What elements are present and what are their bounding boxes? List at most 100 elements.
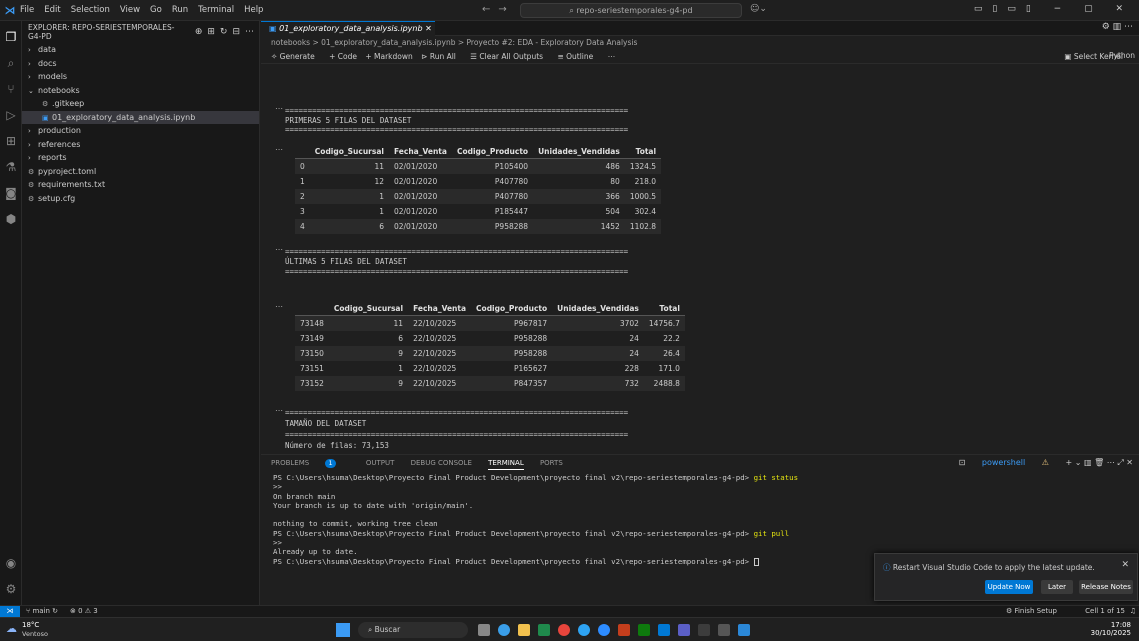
notebook-editor: ▣ 01_exploratory_data_analysis.ipynb ✕ ⚙…	[261, 21, 1139, 454]
command-center-search[interactable]: ⌕ repo-seriestemporales-g4-pd	[520, 3, 742, 18]
generate-button[interactable]: ✧ Generate	[271, 52, 321, 61]
tab-terminal[interactable]: TERMINAL	[488, 459, 524, 470]
outline-button[interactable]: ≡ Outline	[557, 52, 599, 61]
table-row: 1 12 02/01/2020 P407780 80 218.0	[295, 174, 661, 189]
windows-start-icon[interactable]	[336, 623, 350, 637]
table-cell: P847357	[471, 375, 553, 391]
cell-output-menu[interactable]: ⋯	[275, 302, 283, 311]
panel-toolbar[interactable]: ⊡ powershell ⚠ + ⌄ ▥ 🗑 ⋯ ⤢ ✕	[959, 455, 1133, 471]
explorer-header: EXPLORER: REPO-SERIESTEMPORALES-G4-PD ⊕⊞…	[22, 21, 259, 43]
testing-icon[interactable]: ⚗	[3, 159, 19, 175]
settings-gear-icon[interactable]: ⚙	[3, 581, 19, 597]
nav-arrows[interactable]: ←→	[482, 4, 515, 15]
taskbar-clock[interactable]: 17:08 30/10/2025	[1091, 621, 1131, 637]
tree-item[interactable]: › reports	[22, 151, 259, 165]
clear-outputs-button[interactable]: ☰ Clear All Outputs	[470, 52, 549, 61]
app-icon[interactable]	[678, 624, 690, 636]
tree-item[interactable]: ⚙ .gitkeep	[22, 97, 259, 111]
cell-output-menu[interactable]: ⋯	[275, 145, 283, 154]
python-icon[interactable]: ⬢	[3, 211, 19, 227]
tree-item[interactable]: ⚙ requirements.txt	[22, 178, 259, 192]
excel-icon[interactable]	[538, 624, 550, 636]
tree-item[interactable]: ⚙ pyproject.toml	[22, 165, 259, 179]
add-markdown-button[interactable]: + Markdown	[365, 52, 412, 61]
tree-item[interactable]: ⚙ setup.cfg	[22, 192, 259, 206]
menu-run[interactable]: Run	[172, 5, 188, 15]
notifications-bell-icon[interactable]: ♫	[1130, 606, 1136, 617]
explorer-actions[interactable]: ⊕⊞↻⊟⋯	[195, 27, 259, 37]
account-icon[interactable]: ◉	[3, 555, 19, 571]
file-explorer-icon[interactable]	[518, 624, 530, 636]
close-notification-icon[interactable]: ✕	[1121, 560, 1129, 570]
weather-icon[interactable]: ☁	[6, 622, 17, 635]
vscode-taskbar-icon[interactable]	[658, 624, 670, 636]
copilot-icon[interactable]: ☺⌄	[750, 4, 767, 14]
release-notes-button[interactable]: Release Notes	[1079, 580, 1133, 594]
rule-line: ========================================…	[285, 267, 629, 276]
terminal-output[interactable]: PS C:\Users\hsuma\Desktop\Proyecto Final…	[261, 471, 1139, 566]
close-tab-icon[interactable]: ✕	[425, 24, 432, 33]
app-icon[interactable]	[638, 624, 650, 636]
tree-item[interactable]: ⌄ notebooks	[22, 84, 259, 98]
task-view-icon[interactable]	[478, 624, 490, 636]
menu-selection[interactable]: Selection	[71, 5, 110, 15]
editor-actions[interactable]: ⚙ ▥ ⋯	[1102, 22, 1133, 32]
tree-item[interactable]: › production	[22, 124, 259, 138]
add-code-button[interactable]: + Code	[329, 52, 357, 61]
problems-indicator[interactable]: ⊗ 0 ⚠ 3	[70, 606, 98, 617]
tree-item[interactable]: › models	[22, 70, 259, 84]
app-icon[interactable]	[698, 624, 710, 636]
run-all-button[interactable]: ⊳ Run All	[421, 52, 462, 61]
cell-output-menu[interactable]: ⋯	[275, 104, 283, 113]
menu-view[interactable]: View	[120, 5, 140, 15]
table-cell: P105400	[451, 158, 534, 174]
table-cell: 3702	[552, 315, 644, 331]
remote-explorer-icon[interactable]: ◙	[3, 185, 19, 201]
taskbar-search[interactable]: ⌕ Buscar	[358, 622, 468, 638]
chrome-icon[interactable]	[558, 624, 570, 636]
menu-terminal[interactable]: Terminal	[198, 5, 234, 15]
table-row: 73151 1 22/10/2025 P165627 228 171.0	[295, 361, 685, 376]
tab-ports[interactable]: PORTS	[540, 459, 563, 467]
extensions-icon[interactable]: ⊞	[3, 133, 19, 149]
search-icon[interactable]: ⌕	[3, 55, 19, 71]
branch-indicator[interactable]: ⑂ main ↻	[26, 606, 58, 617]
update-now-button[interactable]: Update Now	[985, 580, 1033, 594]
tree-item[interactable]: › references	[22, 138, 259, 152]
menu-file[interactable]: File	[20, 5, 34, 15]
cell-output-menu[interactable]: ⋯	[275, 406, 283, 415]
teams-icon[interactable]	[578, 624, 590, 636]
cell-output-menu[interactable]: ⋯	[275, 245, 283, 254]
kernel-language[interactable]: Python	[1109, 51, 1135, 60]
explorer-icon[interactable]: ❐	[3, 29, 19, 45]
menu-go[interactable]: Go	[150, 5, 162, 15]
table-cell: 3	[300, 206, 305, 216]
tree-item[interactable]: ▣ 01_exploratory_data_analysis.ipynb	[22, 110, 259, 124]
app-icon[interactable]	[738, 624, 750, 636]
tree-item[interactable]: › data	[22, 43, 259, 57]
edge-icon[interactable]	[498, 624, 510, 636]
powerpoint-icon[interactable]	[618, 624, 630, 636]
editor-tab-bar: ▣ 01_exploratory_data_analysis.ipynb ✕ ⚙…	[261, 21, 1139, 36]
cell-indicator[interactable]: Cell 1 of 15	[1085, 606, 1125, 617]
run-debug-icon[interactable]: ▷	[3, 107, 19, 123]
table-cell: 1	[379, 206, 384, 216]
tree-item[interactable]: › docs	[22, 57, 259, 71]
menu-edit[interactable]: Edit	[44, 5, 60, 15]
tab-debug-console[interactable]: DEBUG CONSOLE	[411, 459, 472, 467]
activity-bar: ❐ ⌕ ⑂ ▷ ⊞ ⚗ ◙ ⬢ ◉ ⚙	[0, 21, 22, 605]
zoom-icon[interactable]	[598, 624, 610, 636]
terminal-app-icon[interactable]	[718, 624, 730, 636]
menu-help[interactable]: Help	[244, 5, 263, 15]
tab-notebook[interactable]: ▣ 01_exploratory_data_analysis.ipynb ✕	[261, 21, 435, 36]
tab-output[interactable]: OUTPUT	[366, 459, 395, 467]
table-cell: 22.2	[663, 333, 680, 343]
finish-setup-button[interactable]: ⚙ Finish Setup	[1006, 606, 1057, 617]
more-actions-icon[interactable]: ⋯	[608, 52, 616, 61]
later-button[interactable]: Later	[1041, 580, 1073, 594]
breadcrumb[interactable]: notebooks > 01_exploratory_data_analysis…	[261, 36, 1139, 50]
window-controls[interactable]: ▭▯▭▯ − ▢ ✕	[974, 4, 1133, 14]
tab-problems[interactable]: PROBLEMS 1	[271, 459, 350, 468]
source-control-icon[interactable]: ⑂	[3, 81, 19, 97]
terminal-text: PS C:\Users\hsuma\Desktop\Proyecto Final…	[273, 528, 754, 538]
